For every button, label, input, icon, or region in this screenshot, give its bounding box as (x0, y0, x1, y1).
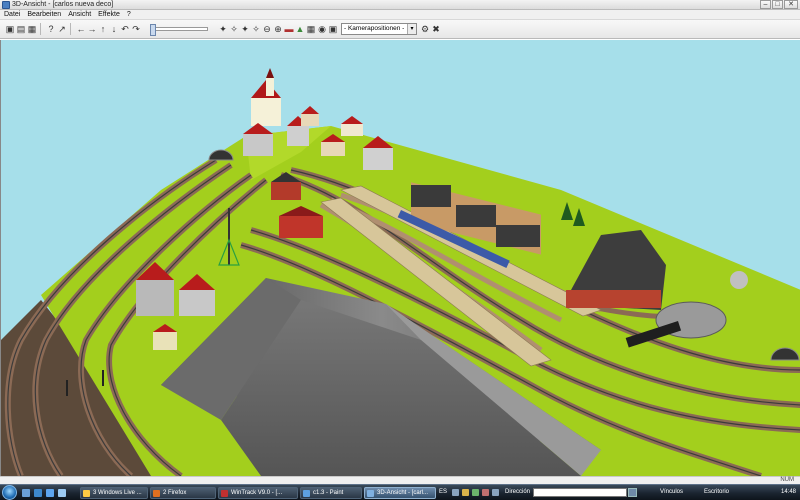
toolbar-separator (70, 23, 71, 35)
task-windows-live[interactable]: 3 Windows Live ... (80, 487, 148, 499)
address-label: Dirección (505, 489, 531, 495)
save-icon[interactable]: ▣ (5, 24, 15, 34)
task-label: 3D-Ansicht - [carl... (377, 490, 429, 496)
toolbar: ▣ ▤ ▦ ? ↗ ← → ↑ ↓ ↶ ↷ ✦ ✧ ✦ ✧ ⊖ ⊕ ▬ ▲ ▦ … (0, 20, 800, 39)
print-icon[interactable]: ▦ (27, 24, 37, 34)
tray-icon-4[interactable] (482, 489, 489, 496)
menu-bar: Datei Bearbeiten Ansicht Effekte ? (0, 10, 800, 20)
quicklaunch-switch-icon[interactable] (58, 489, 66, 497)
toolbar-separator (40, 23, 41, 35)
close-button[interactable]: ✕ (784, 0, 798, 9)
chevron-down-icon[interactable]: ▾ (407, 24, 416, 34)
tilt-3-icon[interactable]: ✦ (240, 24, 250, 34)
maximize-button[interactable]: □ (772, 0, 783, 9)
camera-icon[interactable]: ◉ (317, 24, 327, 34)
desktop-toolbar[interactable]: Escritorio (704, 489, 729, 495)
tilt-4-icon[interactable]: ✧ (251, 24, 261, 34)
tilt-1-icon[interactable]: ✦ (218, 24, 228, 34)
menu-help[interactable]: ? (127, 10, 131, 19)
task-paint[interactable]: c1.3 - Paint (300, 487, 362, 499)
clock[interactable]: 14:48 (781, 489, 796, 495)
address-input[interactable] (533, 488, 627, 497)
arrow-right-icon[interactable]: → (87, 24, 97, 34)
task-label: 3 Windows Live ... (93, 490, 142, 496)
3d-viewport[interactable] (0, 40, 800, 476)
tray-icon-3[interactable] (472, 489, 479, 496)
snapshot-icon[interactable]: ▣ (328, 24, 338, 34)
camera-delete-icon[interactable]: ✖ (431, 24, 441, 34)
zoom-out-icon[interactable]: ⊖ (262, 24, 272, 34)
task-label: 2 Firefox (163, 490, 187, 496)
task-label: c1.3 - Paint (313, 490, 344, 496)
landscape-icon[interactable]: ▲ (295, 24, 305, 34)
help-icon[interactable]: ? (46, 24, 56, 34)
open-icon[interactable]: ▤ (16, 24, 26, 34)
window-title: 3D-Ansicht - [carlos nueva deco] (12, 1, 114, 8)
paint-icon (303, 490, 310, 497)
taskbar: 3 Windows Live ... 2 Firefox WinTrack V9… (0, 484, 800, 500)
status-bar: NUM (0, 476, 800, 484)
tilt-2-icon[interactable]: ✧ (229, 24, 239, 34)
go-button[interactable] (628, 488, 637, 497)
links-toolbar[interactable]: Vínculos (660, 489, 683, 495)
app-icon (2, 1, 10, 9)
quicklaunch-ie-icon[interactable] (34, 489, 42, 497)
title-bar: 3D-Ansicht - [carlos nueva deco] – □ ✕ (0, 0, 800, 10)
quicklaunch-messenger-icon[interactable] (46, 489, 54, 497)
3d-view-icon (367, 490, 374, 497)
arrow-up-icon[interactable]: ↑ (98, 24, 108, 34)
firefox-icon (153, 490, 160, 497)
arrow-down-icon[interactable]: ↓ (109, 24, 119, 34)
start-button[interactable] (2, 485, 17, 500)
minimize-button[interactable]: – (760, 0, 771, 9)
layout-render (1, 40, 800, 476)
window-controls: – □ ✕ (760, 0, 798, 10)
grid-icon[interactable]: ▦ (306, 24, 316, 34)
zoom-in-icon[interactable]: ⊕ (273, 24, 283, 34)
camera-settings-icon[interactable]: ⚙ (420, 24, 430, 34)
menu-ansicht[interactable]: Ansicht (68, 10, 91, 19)
menu-datei[interactable]: Datei (4, 10, 20, 19)
tray-icon-1[interactable] (452, 489, 459, 496)
camera-select-value: - Kamerapositionen - (344, 25, 405, 32)
train-icon[interactable]: ▬ (284, 24, 294, 34)
arrow-left-icon[interactable]: ← (76, 24, 86, 34)
language-indicator[interactable]: ES (439, 489, 447, 495)
num-lock-indicator: NUM (780, 477, 794, 483)
context-help-icon[interactable]: ↗ (57, 24, 67, 34)
rotate-left-icon[interactable]: ↶ (120, 24, 130, 34)
zoom-slider[interactable] (150, 24, 208, 36)
wintrack-icon (221, 490, 228, 497)
menu-effekte[interactable]: Effekte (98, 10, 120, 19)
menu-bearbeiten[interactable]: Bearbeiten (27, 10, 61, 19)
quicklaunch-desktop-icon[interactable] (22, 489, 30, 497)
task-firefox[interactable]: 2 Firefox (150, 487, 216, 499)
camera-positions-select[interactable]: - Kamerapositionen - ▾ (341, 23, 417, 35)
task-3d-ansicht[interactable]: 3D-Ansicht - [carl... (364, 487, 436, 499)
windows-live-icon (83, 490, 90, 497)
rotate-right-icon[interactable]: ↷ (131, 24, 141, 34)
tray-icon-5[interactable] (492, 489, 499, 496)
task-wintrack[interactable]: WinTrack V9.0 - [... (218, 487, 298, 499)
task-label: WinTrack V9.0 - [... (231, 490, 283, 496)
tray-icon-2[interactable] (462, 489, 469, 496)
